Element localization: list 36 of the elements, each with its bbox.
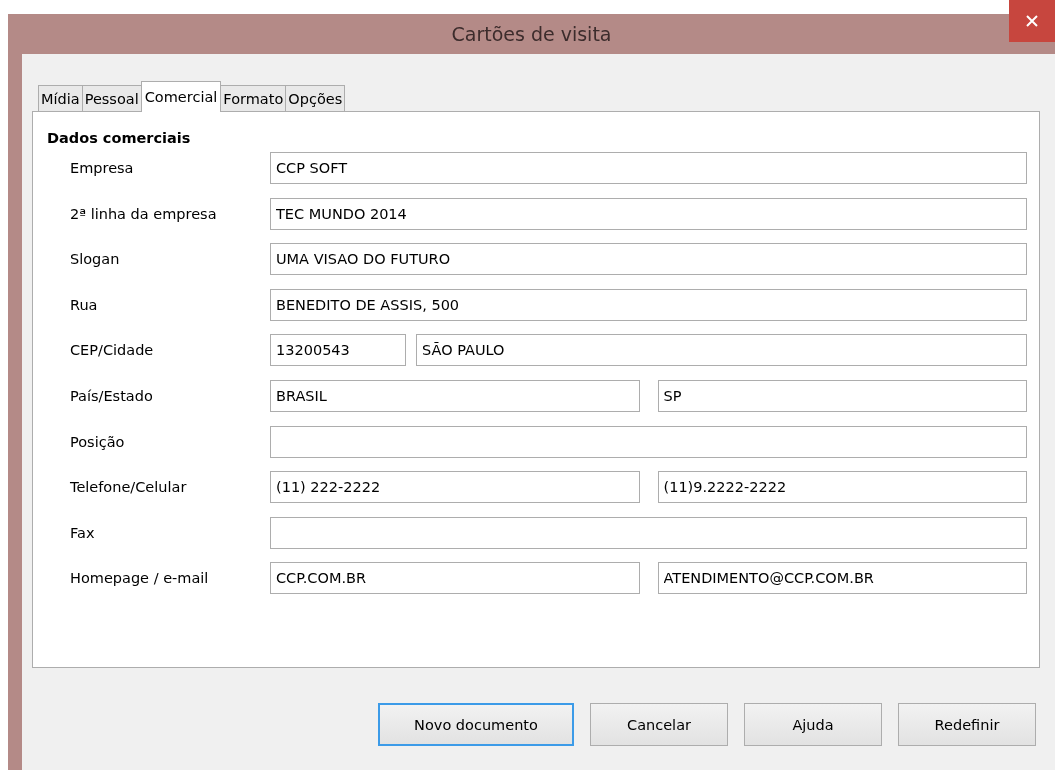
- tab[interactable]: Mídia: [38, 85, 83, 112]
- input-field[interactable]: [270, 425, 1027, 458]
- field-label: 2ª linha da empresa: [70, 205, 217, 222]
- close-button[interactable]: [1009, 0, 1055, 42]
- dialog-button[interactable]: Cancelar: [590, 703, 728, 746]
- input-field[interactable]: BRASIL: [270, 379, 640, 412]
- input-field[interactable]: TEC MUNDO 2014: [270, 197, 1027, 230]
- field-label: País/Estado: [70, 387, 153, 404]
- section-heading: Dados comerciais: [47, 130, 191, 146]
- field-label: Fax: [70, 524, 95, 541]
- input-field[interactable]: CCP.COM.BR: [270, 562, 640, 595]
- input-field[interactable]: BENEDITO DE ASSIS, 500: [270, 288, 1027, 321]
- tab[interactable]: Formato: [220, 85, 287, 112]
- tab[interactable]: Opções: [285, 85, 346, 112]
- field-label: Posição: [70, 433, 125, 450]
- input-field[interactable]: CCP SOFT: [270, 152, 1027, 184]
- tab[interactable]: Comercial: [140, 81, 222, 112]
- field-label: Empresa: [70, 160, 134, 176]
- dialog-button[interactable]: Ajuda: [744, 703, 882, 746]
- input-field[interactable]: [270, 516, 1027, 549]
- input-field[interactable]: (11) 222-2222: [270, 471, 640, 504]
- field-label: Homepage / e-mail: [70, 570, 209, 587]
- input-field[interactable]: 13200543: [270, 334, 406, 367]
- field-label: Slogan: [70, 251, 120, 268]
- input-field[interactable]: UMA VISAO DO FUTURO: [270, 243, 1027, 276]
- input-field[interactable]: ATENDIMENTO@CCP.COM.BR: [657, 562, 1027, 595]
- field-label: Telefone/Celular: [70, 479, 187, 496]
- window-title: Cartões de visita: [451, 23, 612, 45]
- dialog-button[interactable]: Redefinir: [898, 703, 1036, 746]
- close-icon: [1026, 15, 1038, 27]
- dialog-button[interactable]: Novo documento: [378, 703, 574, 746]
- input-field[interactable]: SP: [657, 379, 1027, 412]
- input-field[interactable]: SÃO PAULO: [416, 334, 1027, 367]
- field-label: Rua: [70, 296, 98, 313]
- input-field[interactable]: (11)9.2222-2222: [657, 471, 1027, 504]
- field-label: CEP/Cidade: [70, 342, 154, 359]
